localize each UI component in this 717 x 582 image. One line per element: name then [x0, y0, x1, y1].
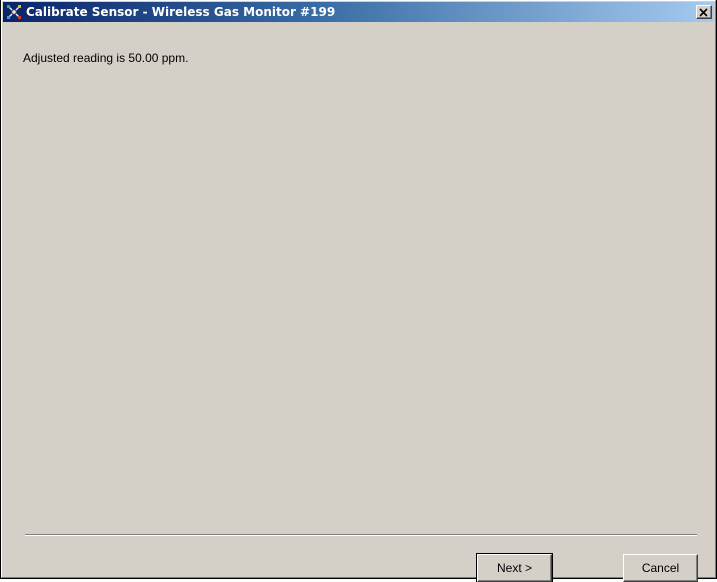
next-button[interactable]: Next > — [476, 553, 553, 582]
dialog-content: Adjusted reading is 50.00 ppm. Next > Ca… — [3, 22, 714, 582]
calibrate-sensor-icon — [7, 5, 21, 19]
button-separator — [25, 534, 697, 536]
window-title: Calibrate Sensor - Wireless Gas Monitor … — [26, 5, 336, 19]
adjusted-reading-message: Adjusted reading is 50.00 ppm. — [23, 51, 189, 65]
close-button[interactable] — [696, 5, 712, 19]
title-bar[interactable]: Calibrate Sensor - Wireless Gas Monitor … — [3, 2, 714, 22]
cancel-button[interactable]: Cancel — [623, 554, 698, 582]
close-icon — [699, 7, 708, 17]
calibrate-sensor-dialog: Calibrate Sensor - Wireless Gas Monitor … — [0, 0, 717, 582]
